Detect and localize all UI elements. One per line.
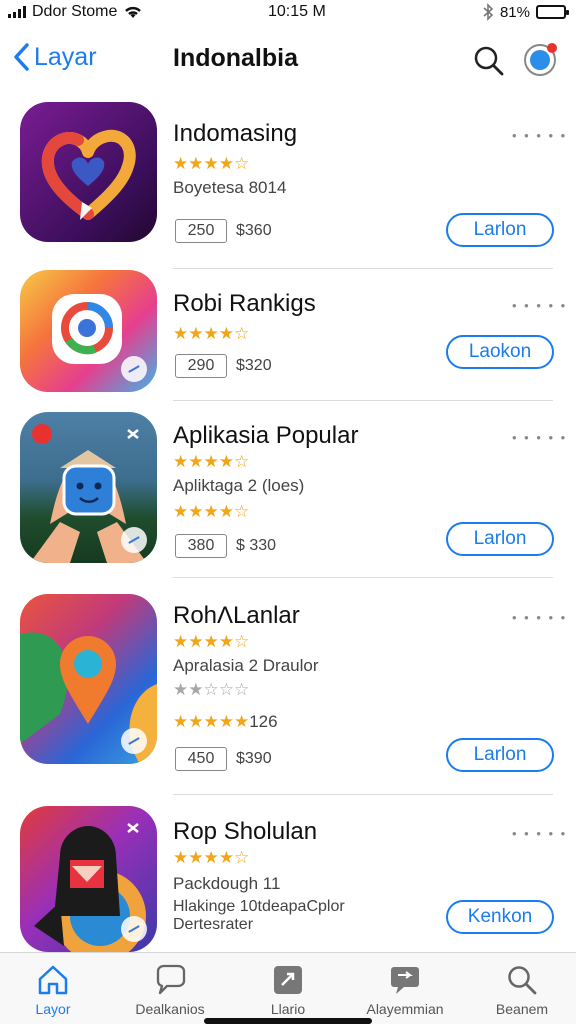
- get-button[interactable]: Larlon: [446, 522, 554, 556]
- get-button[interactable]: Larlon: [446, 213, 554, 247]
- list-item[interactable]: RohΛLanlar • • • • • ★★★★☆ Apralasia 2 D…: [0, 594, 576, 795]
- app-icon-browser[interactable]: [20, 270, 157, 392]
- get-button[interactable]: Kenkon: [446, 900, 554, 934]
- app-price: $320: [236, 357, 272, 374]
- back-button[interactable]: Layar: [12, 42, 97, 72]
- app-description-2: Dertesrater: [173, 916, 254, 933]
- app-name: RohΛLanlar: [173, 602, 300, 629]
- home-icon: [38, 965, 68, 995]
- app-subtitle: Packdough 11: [173, 874, 281, 893]
- app-size: 450: [175, 747, 227, 771]
- nav-bar: Layar Indonalbia: [0, 36, 576, 86]
- more-icon[interactable]: • • • • •: [512, 610, 567, 625]
- page-title: Indonalbia: [173, 44, 298, 72]
- tab-label: Layor: [35, 1001, 71, 1017]
- more-icon[interactable]: • • • • •: [512, 826, 567, 841]
- app-name: Indomasing: [173, 120, 298, 147]
- star-rating: ★★★★☆: [173, 632, 250, 651]
- battery-icon: [536, 5, 569, 19]
- app-icon-heart[interactable]: [20, 102, 157, 242]
- status-bar: Ddor Stome 10:15 M 81%: [0, 0, 576, 26]
- stars-full: ★★★★★: [173, 712, 250, 731]
- app-price: $360: [236, 222, 272, 239]
- more-icon[interactable]: • • • • •: [512, 430, 567, 445]
- app-icon-character[interactable]: [20, 806, 157, 952]
- star-rating: ★★★★☆: [173, 324, 250, 343]
- tab-label: Dealkanios: [135, 1001, 205, 1017]
- list-item[interactable]: Rop Sholulan • • • • • ★★★★☆ Packdough 1…: [0, 806, 576, 952]
- search-icon: [508, 966, 537, 995]
- signal-icon: [8, 6, 26, 18]
- app-size: 250: [175, 219, 227, 243]
- app-name: Robi Rankigs: [173, 290, 316, 317]
- badge-icon: [121, 916, 147, 942]
- divider: [173, 400, 553, 401]
- status-right: 81%: [482, 3, 569, 21]
- tab-search[interactable]: Beanem: [467, 963, 576, 1017]
- app-price: $390: [236, 750, 272, 767]
- message-icon: [391, 967, 419, 994]
- tab-bar: Layor Dealkanios Llario Alayemmian Beane…: [0, 952, 576, 1024]
- back-label: Layar: [34, 42, 97, 71]
- status-time: 10:15 M: [268, 3, 326, 20]
- tab-discover[interactable]: Dealkanios: [115, 963, 225, 1017]
- star-rating: ★★★★☆: [173, 154, 250, 173]
- chat-icon: [156, 964, 186, 995]
- wifi-icon: [125, 6, 142, 18]
- app-description: Hlakinge 10tdeapaCplor: [173, 898, 345, 915]
- app-name: Rop Sholulan: [173, 818, 318, 845]
- divider: [173, 794, 553, 795]
- divider: [173, 577, 553, 578]
- tab-label: Beanem: [495, 1001, 549, 1017]
- list-item[interactable]: Aplikasia Popular • • • • • ★★★★☆ Aplikt…: [0, 412, 576, 578]
- star-rating: ★★★★☆: [173, 452, 250, 471]
- badge-icon: [121, 728, 147, 754]
- home-indicator[interactable]: [204, 1018, 372, 1024]
- app-icon-mascot[interactable]: [20, 412, 157, 563]
- tab-home[interactable]: Layor: [0, 963, 108, 1017]
- battery-percent: 81%: [499, 3, 530, 21]
- divider: [173, 268, 553, 269]
- heart-logo-icon: [41, 129, 136, 220]
- tab-games[interactable]: Llario: [233, 963, 343, 1017]
- chevron-left-icon: [14, 43, 29, 71]
- star-rating-secondary: ★★★★☆: [173, 502, 250, 521]
- list-item[interactable]: Indomasing • • • • • ★★★★☆ Boyetesa 8014…: [0, 102, 576, 269]
- more-icon[interactable]: • • • • •: [512, 298, 567, 313]
- tab-label: Alayemmian: [366, 1001, 444, 1017]
- tab-label: Llario: [270, 1001, 306, 1017]
- get-button[interactable]: Larlon: [446, 738, 554, 772]
- star-rating: ★★★★☆: [173, 848, 250, 867]
- search-icon[interactable]: [472, 44, 506, 78]
- avatar[interactable]: [524, 43, 557, 76]
- app-subtitle: Apliktaga 2 (loes): [173, 476, 305, 495]
- app-name: Aplikasia Popular: [173, 422, 359, 449]
- star-rating-grey: ★★☆☆☆: [173, 680, 250, 699]
- more-icon[interactable]: • • • • •: [512, 128, 567, 143]
- badge-icon: [121, 527, 147, 553]
- app-subtitle: Boyetesa 8014: [173, 178, 287, 197]
- tab-messages[interactable]: Alayemmian: [350, 963, 460, 1017]
- rating-count: 126: [249, 712, 278, 731]
- avatar-image: [530, 50, 550, 70]
- app-icon-maps[interactable]: [20, 594, 157, 764]
- list-item[interactable]: Robi Rankigs • • • • • ★★★★☆ 290 $320 La…: [0, 270, 576, 401]
- app-size: 290: [175, 354, 227, 378]
- app-subtitle: Apralasia 2 Draulor: [173, 656, 319, 675]
- bluetooth-icon: [483, 3, 494, 21]
- app-price: $ 330: [236, 537, 277, 554]
- games-icon: [274, 966, 302, 994]
- star-rating-secondary: ★★★★★126: [173, 712, 278, 732]
- notification-dot: [547, 43, 557, 53]
- get-button[interactable]: Laokon: [446, 335, 554, 369]
- status-left: Ddor Stome: [8, 3, 143, 21]
- app-size: 380: [175, 534, 227, 558]
- carrier-label: Ddor Stome: [32, 3, 118, 20]
- badge-icon: [121, 356, 147, 382]
